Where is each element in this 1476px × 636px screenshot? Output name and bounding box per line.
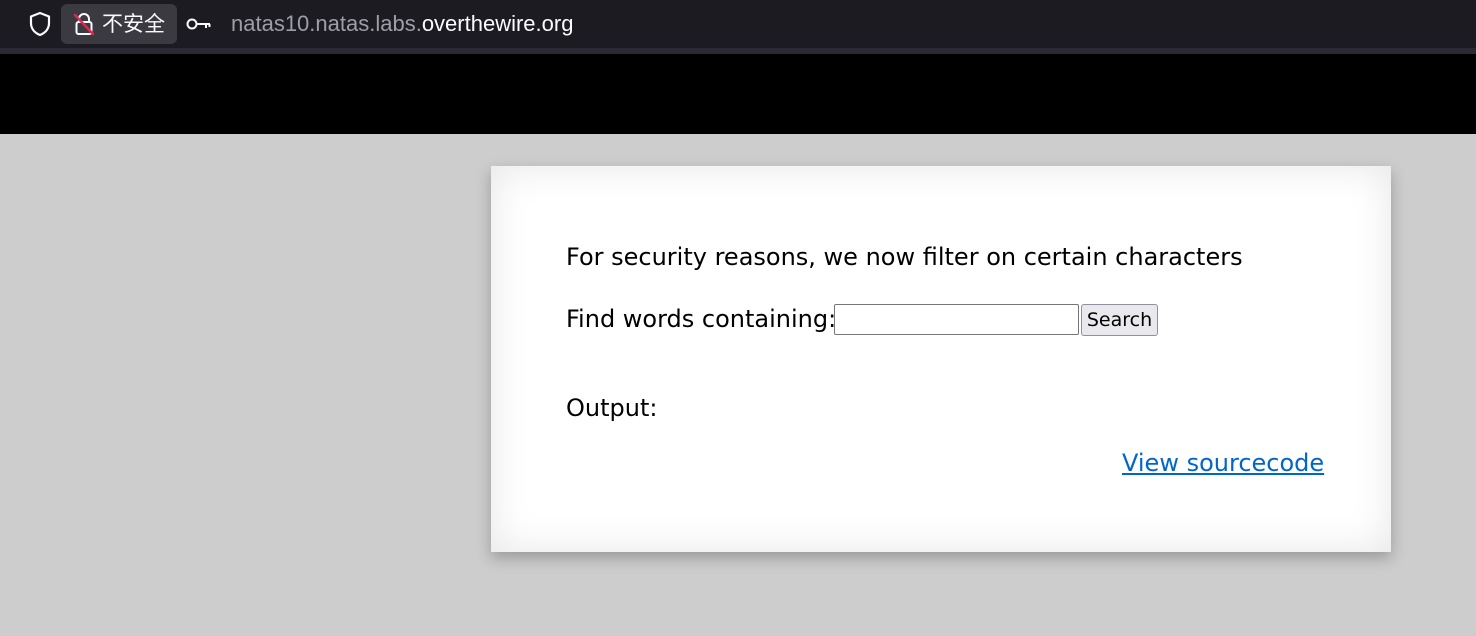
- address-bar[interactable]: 不安全 natas10.natas.labs.overthewire.org: [8, 0, 1476, 46]
- key-icon[interactable]: [186, 14, 212, 34]
- search-input[interactable]: [834, 304, 1079, 335]
- find-words-label: Find words containing:: [566, 305, 837, 333]
- lock-insecure-icon: [73, 12, 95, 36]
- url-domain: overthewire.org: [421, 11, 574, 36]
- search-button[interactable]: Search: [1081, 304, 1158, 336]
- browser-toolbar: 不安全 natas10.natas.labs.overthewire.org: [0, 0, 1476, 48]
- shield-icon[interactable]: [27, 11, 53, 37]
- output-label: Output:: [566, 394, 658, 422]
- page-banner: [0, 54, 1476, 134]
- url-subdomain: natas10.natas.labs.: [231, 11, 422, 36]
- url-text[interactable]: natas10.natas.labs.overthewire.org: [231, 10, 573, 38]
- content-card: For security reasons, we now filter on c…: [491, 166, 1391, 552]
- security-notice: For security reasons, we now filter on c…: [566, 243, 1243, 271]
- insecure-label: 不安全: [102, 12, 165, 36]
- connection-insecure-badge[interactable]: 不安全: [61, 4, 177, 44]
- view-sourcecode-link[interactable]: View sourcecode: [1122, 448, 1324, 478]
